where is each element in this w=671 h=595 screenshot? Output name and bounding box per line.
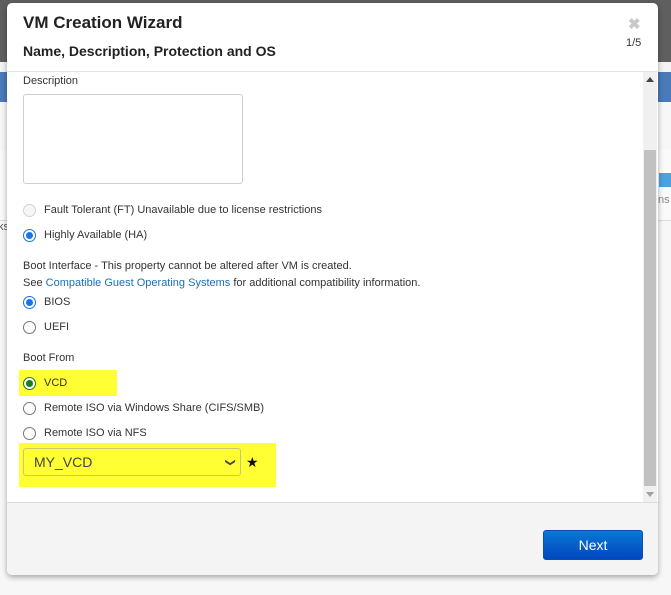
description-textarea[interactable]: [23, 94, 243, 184]
radio-button[interactable]: [23, 401, 36, 415]
radio-highly-available[interactable]: Highly Available (HA): [23, 227, 147, 243]
dialog-header: VM Creation Wizard Name, Description, Pr…: [7, 3, 658, 72]
description-label: Description: [23, 75, 79, 87]
radio-remote-iso-cifs[interactable]: Remote ISO via Windows Share (CIFS/SMB): [23, 400, 264, 416]
radio-label: VCD: [44, 377, 68, 389]
dialog-title: VM Creation Wizard: [23, 13, 183, 32]
radio-uefi[interactable]: UEFI: [23, 319, 69, 335]
radio-label: BIOS: [44, 296, 71, 308]
dialog-body: Description Fault Tolerant (FT) Unavaila…: [7, 72, 658, 503]
radio-label: Fault Tolerant (FT) Unavailable due to l…: [44, 204, 322, 216]
compatible-guest-os-link[interactable]: Compatible Guest Operating Systems: [46, 277, 231, 289]
radio-button[interactable]: [23, 426, 36, 440]
vcd-select[interactable]: MY_VCD ❯: [23, 448, 241, 476]
step-indicator: 1/5: [626, 37, 642, 49]
close-icon[interactable]: ✖: [628, 15, 641, 33]
background-text-fragment: ns: [658, 194, 670, 206]
scroll-up-arrow-icon[interactable]: [646, 77, 654, 82]
background-monitor-icon: [659, 173, 671, 187]
boot-interface-note: Boot Interface - This property cannot be…: [23, 260, 352, 272]
chevron-down-icon: ❯: [224, 457, 236, 467]
vertical-scrollbar[interactable]: [643, 72, 657, 502]
radio-label: Remote ISO via Windows Share (CIFS/SMB): [44, 402, 265, 414]
radio-button[interactable]: [23, 228, 36, 242]
radio-bios[interactable]: BIOS: [23, 294, 70, 310]
radio-fault-tolerant: Fault Tolerant (FT) Unavailable due to l…: [23, 202, 322, 218]
scrollbar-thumb[interactable]: [644, 150, 656, 486]
vcd-select-value: MY_VCD: [34, 454, 93, 470]
step-title: Name, Description, Protection and OS: [23, 43, 276, 59]
required-star-icon: ★: [246, 454, 259, 470]
radio-label: Remote ISO via NFS: [44, 427, 147, 439]
compatibility-prefix: See: [23, 277, 46, 289]
boot-interface-heading: Boot Interface: [23, 260, 92, 272]
radio-button[interactable]: [23, 320, 36, 334]
boot-interface-warning: - This property cannot be altered after …: [91, 260, 352, 272]
boot-from-heading: Boot From: [23, 352, 75, 364]
radio-button[interactable]: [23, 295, 36, 309]
radio-label: Highly Available (HA): [44, 229, 148, 241]
radio-button: [23, 203, 36, 217]
vm-creation-wizard-dialog: VM Creation Wizard Name, Description, Pr…: [7, 3, 658, 575]
radio-remote-iso-nfs[interactable]: Remote ISO via NFS: [23, 425, 147, 441]
scroll-down-arrow-icon[interactable]: [646, 492, 654, 497]
dialog-footer: Next: [7, 503, 658, 575]
next-button[interactable]: Next: [543, 530, 643, 560]
radio-label: UEFI: [44, 321, 70, 333]
radio-button[interactable]: [23, 376, 36, 390]
compatibility-note: See Compatible Guest Operating Systems f…: [23, 277, 420, 289]
radio-vcd[interactable]: VCD: [23, 375, 67, 391]
compatibility-suffix: for additional compatibility information…: [230, 277, 421, 289]
